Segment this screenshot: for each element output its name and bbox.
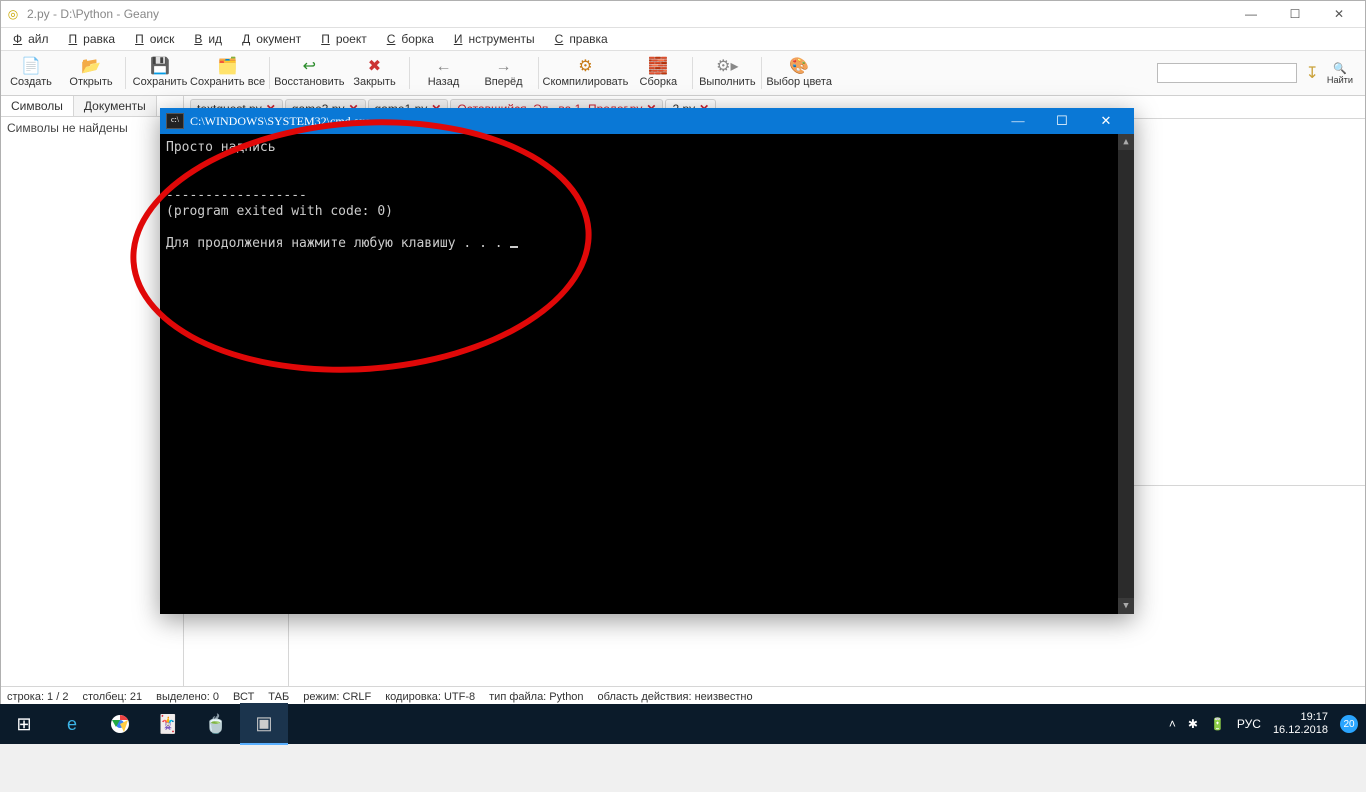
menu-project[interactable]: Проект <box>315 30 379 48</box>
menu-edit[interactable]: Правка <box>63 30 128 48</box>
start-button[interactable]: ⊞ <box>0 704 48 744</box>
color-icon: 🎨 <box>789 59 809 75</box>
menu-tools[interactable]: Инструменты <box>448 30 547 48</box>
status-col: столбец: 21 <box>82 691 142 703</box>
menu-document[interactable]: Документ <box>236 30 313 48</box>
taskbar-app-cards[interactable]: 🃏 <box>144 704 192 744</box>
save-icon: 💾 <box>150 59 170 75</box>
cmd-minimize-button[interactable]: — <box>996 108 1040 134</box>
search-input[interactable] <box>1157 63 1297 83</box>
symbols-empty-message: Символы не найдены <box>1 117 183 139</box>
minimize-button[interactable]: — <box>1229 2 1273 26</box>
separator <box>409 57 410 89</box>
cmd-titlebar[interactable]: c:\ C:\WINDOWS\SYSTEM32\cmd.exe — ☐ ✕ <box>160 108 1134 134</box>
build-icon: 🧱 <box>648 59 668 75</box>
close-button[interactable]: ✕ <box>1317 2 1361 26</box>
goto-line-icon[interactable]: ↧ <box>1305 63 1318 83</box>
cmd-icon: c:\ <box>166 113 184 129</box>
toolbar: 📄Создать 📂Открыть 💾Сохранить 🗂️Сохранить… <box>1 51 1365 96</box>
menu-file[interactable]: Файл <box>7 30 61 48</box>
forward-icon: → <box>496 59 512 75</box>
back-icon: ← <box>436 59 452 75</box>
separator <box>269 57 270 89</box>
open-button[interactable]: 📂Открыть <box>61 51 121 95</box>
tray-language[interactable]: РУС <box>1237 717 1261 731</box>
tab-symbols[interactable]: Символы <box>1 96 74 116</box>
separator <box>125 57 126 89</box>
status-ins: ВСТ <box>233 691 254 703</box>
new-button[interactable]: 📄Создать <box>1 51 61 95</box>
menubar: Файл Правка Поиск Вид Документ Проект Сб… <box>1 28 1365 51</box>
status-sel: выделено: 0 <box>156 691 219 703</box>
taskbar-cmd[interactable]: ▣ <box>240 703 288 745</box>
taskbar-geany[interactable]: 🍵 <box>192 704 240 744</box>
cmd-maximize-button[interactable]: ☐ <box>1040 108 1084 134</box>
menu-build[interactable]: Сборка <box>381 30 446 48</box>
menu-help[interactable]: Справка <box>549 30 620 48</box>
close-file-button[interactable]: ✖Закрыть <box>345 51 405 95</box>
geany-icon: ◎ <box>5 6 21 22</box>
taskbar: ⊞ e 🃏 🍵 ▣ ˄ ✱ 🔋 РУС 19:17 16.12.2018 20 <box>0 704 1366 744</box>
revert-icon: ↩ <box>303 59 316 75</box>
run-icon: ⚙▸ <box>716 59 738 75</box>
revert-button[interactable]: ↩Восстановить <box>274 51 344 95</box>
tray-bluetooth-icon[interactable]: ✱ <box>1188 717 1198 731</box>
separator <box>538 57 539 89</box>
titlebar[interactable]: ◎ 2.py - D:\Python - Geany — ☐ ✕ <box>1 1 1365 28</box>
tray-battery-icon[interactable]: 🔋 <box>1210 717 1225 731</box>
chrome-icon <box>110 714 130 734</box>
forward-button[interactable]: →Вперёд <box>474 51 534 95</box>
compile-icon: ⚙ <box>578 59 592 75</box>
back-button[interactable]: ←Назад <box>414 51 474 95</box>
sidebar: Символы Документы Символы не найдены <box>1 96 184 686</box>
cmd-scrollbar[interactable]: ▲ ▼ <box>1118 134 1134 614</box>
folder-icon: 📂 <box>81 59 101 75</box>
scroll-up-icon[interactable]: ▲ <box>1118 134 1134 150</box>
maximize-button[interactable]: ☐ <box>1273 2 1317 26</box>
separator <box>761 57 762 89</box>
save-all-icon: 🗂️ <box>218 59 238 75</box>
find-icon: 🔍 <box>1333 62 1347 75</box>
separator <box>692 57 693 89</box>
status-filetype: тип файла: Python <box>489 691 583 703</box>
cmd-title-text: C:\WINDOWS\SYSTEM32\cmd.exe <box>190 114 370 129</box>
status-mode: режим: CRLF <box>303 691 371 703</box>
cmd-close-button[interactable]: ✕ <box>1084 108 1128 134</box>
taskbar-edge[interactable]: e <box>48 704 96 744</box>
color-picker-button[interactable]: 🎨Выбор цвета <box>766 51 832 95</box>
build-button[interactable]: 🧱Сборка <box>628 51 688 95</box>
scroll-down-icon[interactable]: ▼ <box>1118 598 1134 614</box>
tray-notification-badge[interactable]: 20 <box>1340 715 1358 733</box>
file-icon: 📄 <box>21 59 41 75</box>
tab-documents[interactable]: Документы <box>74 96 157 116</box>
cmd-window[interactable]: c:\ C:\WINDOWS\SYSTEM32\cmd.exe — ☐ ✕ Пр… <box>160 108 1134 614</box>
cmd-output[interactable]: Просто надпись ------------------ (progr… <box>160 134 1134 258</box>
status-scope: область действия: неизвестно <box>598 691 753 703</box>
status-tab: ТАБ <box>268 691 289 703</box>
menu-search[interactable]: Поиск <box>129 30 186 48</box>
save-all-button[interactable]: 🗂️Сохранить все <box>190 51 265 95</box>
window-title: 2.py - D:\Python - Geany <box>27 7 159 21</box>
run-button[interactable]: ⚙▸Выполнить <box>697 51 757 95</box>
compile-button[interactable]: ⚙Скомпилировать <box>543 51 629 95</box>
taskbar-chrome[interactable] <box>96 704 144 744</box>
menu-view[interactable]: Вид <box>188 30 234 48</box>
tray-chevron-up-icon[interactable]: ˄ <box>1169 717 1176 731</box>
tray-clock[interactable]: 19:17 16.12.2018 <box>1273 711 1328 737</box>
status-enc: кодировка: UTF-8 <box>385 691 475 703</box>
find-button[interactable]: 🔍 Найти <box>1327 62 1353 85</box>
close-file-icon: ✖ <box>368 59 381 75</box>
status-line: строка: 1 / 2 <box>7 691 68 703</box>
save-button[interactable]: 💾Сохранить <box>130 51 190 95</box>
